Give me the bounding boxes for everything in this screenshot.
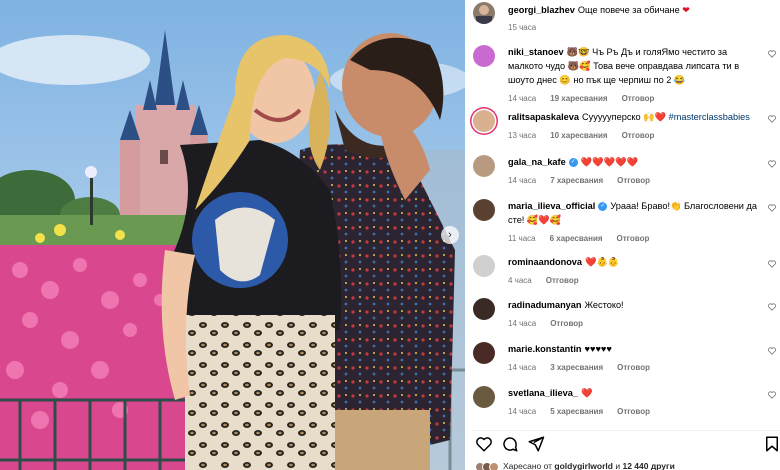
avatar[interactable] [473,255,495,277]
heart-icon[interactable] [768,347,776,355]
heart-icon[interactable] [475,435,493,453]
reply-button[interactable]: Отговор [617,234,650,243]
comment-text: ❤️👶👶 [585,257,620,267]
comment-username[interactable]: rominaandonova [508,257,582,267]
comment-username[interactable]: niki_stanoev [508,47,564,57]
comment-time: 14 часа [508,319,537,328]
reply-button[interactable]: Отговор [622,131,655,140]
comment-text: ❤️❤️❤️❤️❤️ [580,157,638,167]
avatar[interactable] [473,298,495,320]
comment-username[interactable]: ralitsapaskaleva [508,112,579,122]
comment-icon[interactable] [501,435,519,453]
avatar[interactable] [473,386,495,408]
avatar[interactable] [473,110,495,132]
verified-icon: ✓ [568,158,578,168]
comment-time: 4 часа [508,276,532,285]
comment-time: 14 часа [508,176,537,185]
comment-text: Суууууперско 🙌❤️ [582,112,669,122]
action-bar [473,430,780,454]
comment-likes[interactable]: 10 харесвания [550,131,607,140]
heart-icon[interactable] [768,50,776,58]
comment-likes[interactable]: 5 харесвания [550,407,603,416]
comments-panel: georgi_blazhev Още повече за обичане ❤ 15… [465,0,780,470]
avatar[interactable] [473,45,495,67]
comment-likes[interactable]: 7 харесвания [550,176,603,185]
reply-button[interactable]: Отговор [617,176,650,185]
caption-time: 15 часа [508,23,537,32]
liked-by-count[interactable]: 12 440 други [622,461,674,470]
avatar-image [476,5,492,24]
heart-icon[interactable] [768,115,776,123]
avatar[interactable] [473,2,495,24]
comment-username[interactable]: marie.konstantin [508,344,582,354]
comment-username[interactable]: svetlana_ilieva_ [508,388,578,398]
comment-likes[interactable]: 6 харесвания [550,234,603,243]
heart-emoji: ❤ [682,5,690,15]
photo-illustration [0,0,465,470]
author-username[interactable]: georgi_blazhev [508,5,575,15]
comment-username[interactable]: gala_na_kafe [508,157,566,167]
reply-button[interactable]: Отговор [550,319,583,328]
comment-time: 14 часа [508,363,537,372]
comment-time: 13 часа [508,131,537,140]
reply-button[interactable]: Отговор [622,94,655,103]
comment-time: 14 часа [508,407,537,416]
heart-icon[interactable] [768,303,776,311]
heart-icon[interactable] [768,391,776,399]
heart-icon[interactable] [768,260,776,268]
comment-username[interactable]: radinadumanyan [508,300,582,310]
caption-text: Още повече за обичане [577,5,680,15]
reply-button[interactable]: Отговор [617,407,650,416]
heart-icon[interactable] [768,160,776,168]
post-photo: › [0,0,465,470]
comment-likes[interactable]: 3 харесвания [550,363,603,372]
verified-icon: ✓ [598,202,608,212]
avatar[interactable] [473,199,495,221]
chevron-right-icon: › [448,229,452,241]
liked-by-prefix: Харесано от [503,461,555,470]
liked-by-user[interactable]: goldygirlworld [554,461,613,470]
comment-time: 14 часа [508,94,537,103]
bookmark-icon[interactable] [763,435,780,453]
next-photo-button[interactable]: › [441,226,459,244]
liked-by: Харесано от goldygirlworld и 12 440 друг… [475,461,675,470]
comment-likes[interactable]: 19 харесвания [550,94,607,103]
hashtag-link[interactable]: #masterclassbabies [669,112,750,122]
avatar[interactable] [473,155,495,177]
share-icon[interactable] [527,435,545,453]
avatar [489,461,499,470]
avatar[interactable] [473,342,495,364]
comment-text: ❤️ [580,388,593,398]
comment-text: Жестоко! [584,300,624,310]
comment-time: 11 часа [508,234,536,243]
heart-icon[interactable] [768,204,776,212]
comment-text: ♥♥♥♥♥ [584,344,612,354]
comment-username[interactable]: maria_ilieva_official [508,201,595,211]
reply-button[interactable]: Отговор [546,276,579,285]
reply-button[interactable]: Отговор [617,363,650,372]
